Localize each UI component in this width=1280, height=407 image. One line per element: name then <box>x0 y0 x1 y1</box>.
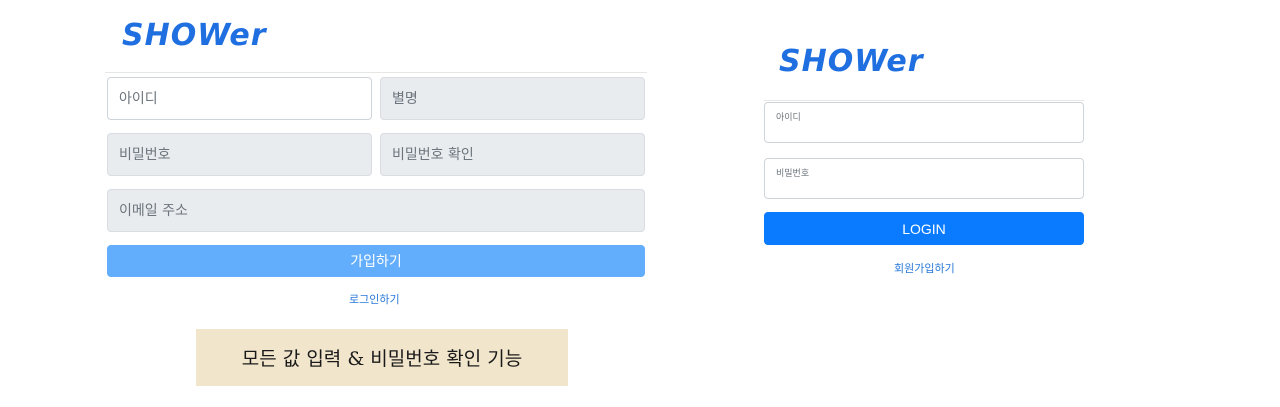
login-divider <box>764 100 1084 101</box>
password-field[interactable] <box>107 133 372 176</box>
nickname-input[interactable] <box>392 78 644 119</box>
login-logo: SHOWer <box>779 44 924 79</box>
login-button[interactable]: LOGIN <box>764 212 1084 245</box>
id-input[interactable] <box>119 78 371 119</box>
login-id-field[interactable]: 아이디 <box>764 102 1084 143</box>
email-input[interactable] <box>119 190 644 231</box>
signup-divider <box>105 72 647 73</box>
login-id-label: 아이디 <box>776 113 801 123</box>
id-field[interactable] <box>107 77 372 120</box>
signup-button[interactable]: 가입하기 <box>107 245 645 277</box>
signup-link[interactable]: 회원가입하기 <box>894 260 955 276</box>
nickname-field[interactable] <box>380 77 645 120</box>
password-confirm-input[interactable] <box>392 134 644 175</box>
password-input[interactable] <box>119 134 371 175</box>
login-password-field[interactable]: 비밀번호 <box>764 158 1084 199</box>
feature-caption: 모든 값 입력 & 비밀번호 확인 기능 <box>196 329 568 386</box>
password-confirm-field[interactable] <box>380 133 645 176</box>
login-password-label: 비밀번호 <box>776 169 810 179</box>
signup-logo: SHOWer <box>122 18 267 53</box>
email-field[interactable] <box>107 189 645 232</box>
login-link[interactable]: 로그인하기 <box>349 291 400 307</box>
